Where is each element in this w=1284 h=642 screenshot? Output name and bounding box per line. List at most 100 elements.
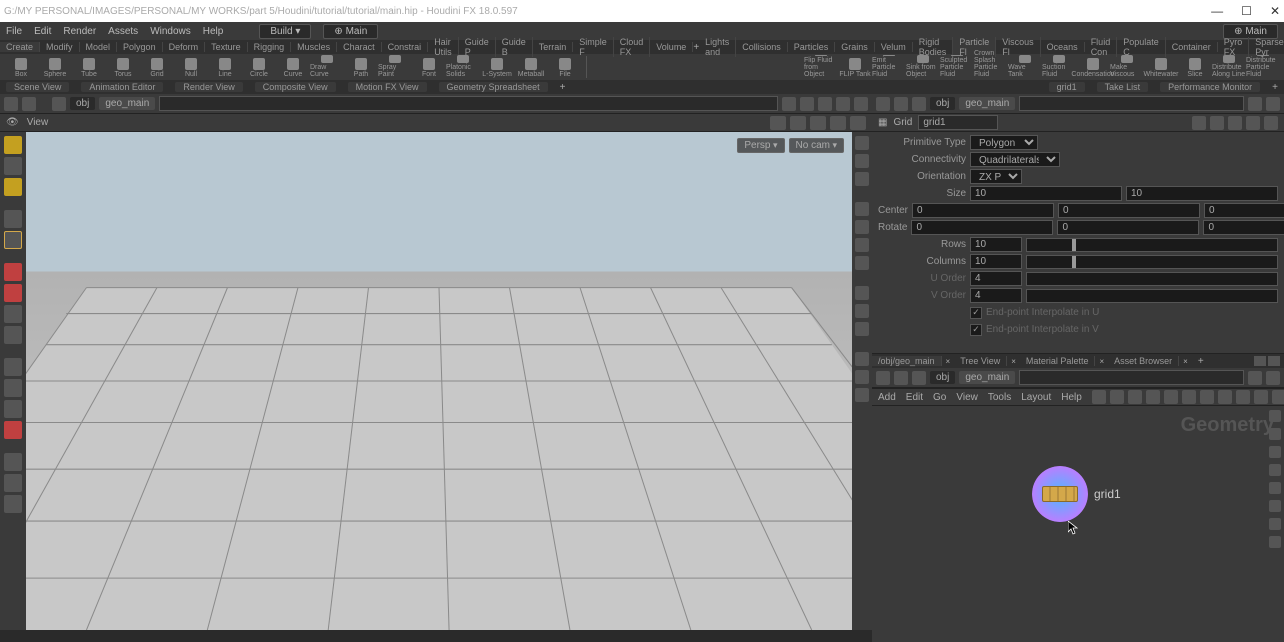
shelf-tab[interactable]: Sparse Pyr	[1249, 37, 1284, 57]
menu-edit[interactable]: Edit	[34, 26, 51, 37]
tool-slice[interactable]: Slice	[1178, 55, 1212, 79]
tool-circle[interactable]: Circle	[242, 55, 276, 79]
gear-icon[interactable]	[855, 286, 869, 300]
pane-max-icon[interactable]	[1268, 356, 1280, 366]
menu-assets[interactable]: Assets	[108, 26, 138, 37]
shelf-tab[interactable]: Muscles	[291, 42, 337, 52]
net-menu-help[interactable]: Help	[1061, 392, 1082, 403]
search-icon[interactable]	[1254, 390, 1268, 404]
shelf-tab[interactable]: Oceans	[1041, 42, 1085, 52]
shelf-tab[interactable]: Charact	[337, 42, 382, 52]
node-name-input[interactable]	[918, 115, 998, 130]
move-tool-icon[interactable]	[4, 231, 22, 249]
display-option-icon[interactable]	[855, 154, 869, 168]
display-option-icon[interactable]	[855, 370, 869, 384]
shelf-tab[interactable]: Populate C	[1117, 37, 1166, 57]
options-icon[interactable]	[836, 97, 850, 111]
orientation-dropdown[interactable]: ZX Plane	[970, 169, 1022, 184]
net-display-icon[interactable]	[1269, 536, 1281, 548]
display-option-icon[interactable]	[855, 202, 869, 216]
home-icon[interactable]	[52, 97, 66, 111]
tool-font[interactable]: Font	[412, 55, 446, 79]
maximize-button[interactable]: ☐	[1241, 4, 1252, 18]
view-mode-icon[interactable]	[810, 116, 826, 130]
pane-tab[interactable]: Take List	[1097, 82, 1149, 92]
back-button[interactable]	[876, 371, 890, 385]
tool-lsystem[interactable]: L-System	[480, 55, 514, 79]
net-display-icon[interactable]	[1269, 410, 1281, 422]
rotatez-input[interactable]	[1203, 220, 1284, 235]
net-tool-icon[interactable]	[1236, 390, 1250, 404]
tool-icon[interactable]	[4, 358, 22, 376]
path-crumb[interactable]: obj	[70, 97, 95, 110]
tool-line[interactable]: Line	[208, 55, 242, 79]
view-mode-icon[interactable]	[790, 116, 806, 130]
close-tab-icon[interactable]: ×	[1179, 357, 1192, 366]
path-input[interactable]	[1019, 96, 1244, 111]
pane-tab[interactable]: Geometry Spreadsheet	[439, 82, 548, 92]
shelf-tab[interactable]: Rigid Bodies	[913, 37, 954, 57]
shelf-tab[interactable]: Volume	[650, 42, 693, 52]
options-icon[interactable]	[818, 97, 832, 111]
network-tab[interactable]: Tree View	[954, 356, 1007, 366]
net-menu-tools[interactable]: Tools	[988, 392, 1011, 403]
network-view[interactable]: Geometry grid1	[872, 406, 1284, 642]
tool-emit[interactable]: Emit Particle Fluid	[872, 55, 906, 79]
network-tab[interactable]: Asset Browser	[1108, 356, 1179, 366]
help-icon[interactable]	[1246, 116, 1260, 130]
net-tool-icon[interactable]	[1272, 390, 1284, 404]
forward-button[interactable]	[22, 97, 36, 111]
persp-dropdown[interactable]: Persp ▾	[737, 138, 784, 153]
tool-null[interactable]: Null	[174, 55, 208, 79]
tool-path[interactable]: Path	[344, 55, 378, 79]
options-icon[interactable]	[854, 97, 868, 111]
shelf-tab[interactable]: Guide P	[459, 37, 496, 57]
camera-dropdown[interactable]: No cam ▾	[789, 138, 844, 153]
cols-input[interactable]	[970, 254, 1022, 269]
take-input[interactable]: grid1	[1049, 82, 1085, 92]
pane-tab[interactable]: Performance Monitor	[1160, 82, 1260, 92]
net-display-icon[interactable]	[1269, 428, 1281, 440]
tool-sculpted[interactable]: Sculpted Particle Fluid	[940, 55, 974, 79]
centerx-input[interactable]	[912, 203, 1054, 218]
menu-windows[interactable]: Windows	[150, 26, 191, 37]
tool-torus[interactable]: Torus	[106, 55, 140, 79]
pin-icon[interactable]	[1248, 97, 1262, 111]
net-menu-go[interactable]: Go	[933, 392, 946, 403]
path-crumb[interactable]: geo_main	[99, 97, 155, 110]
shelf-tab[interactable]: Pyro FX	[1218, 37, 1250, 57]
tool-icon[interactable]	[4, 326, 22, 344]
display-option-icon[interactable]	[855, 322, 869, 336]
viewport-3d[interactable]: Persp ▾ No cam ▾	[26, 132, 852, 630]
tool-wavetank[interactable]: Wave Tank	[1008, 55, 1042, 79]
shelf-tab[interactable]: Cloud FX	[614, 37, 651, 57]
net-tool-icon[interactable]	[1128, 390, 1142, 404]
rotatex-input[interactable]	[911, 220, 1053, 235]
view-mode-icon[interactable]	[850, 116, 866, 130]
tool-curve[interactable]: Curve	[276, 55, 310, 79]
shelf-tab[interactable]: Fluid Con	[1085, 37, 1118, 57]
tool-distline[interactable]: Distribute Along Line	[1212, 55, 1246, 79]
net-display-icon[interactable]	[1269, 446, 1281, 458]
shelf-tab[interactable]: Lights and	[699, 37, 736, 57]
path-crumb[interactable]: geo_main	[959, 97, 1015, 110]
path-crumb[interactable]: obj	[930, 97, 955, 110]
display-option-icon[interactable]	[855, 256, 869, 270]
gear-icon[interactable]	[1192, 116, 1206, 130]
display-option-icon[interactable]	[855, 238, 869, 252]
rotatey-input[interactable]	[1057, 220, 1199, 235]
shelf-tab[interactable]: Texture	[205, 42, 248, 52]
net-tool-icon[interactable]	[1110, 390, 1124, 404]
rows-slider[interactable]	[1026, 238, 1278, 252]
close-button[interactable]: ✕	[1270, 4, 1280, 18]
tool-box[interactable]: Box	[4, 55, 38, 79]
add-pane-tab[interactable]: +	[560, 82, 566, 93]
network-tab[interactable]: Material Palette	[1020, 356, 1096, 366]
tool-sphere[interactable]: Sphere	[38, 55, 72, 79]
net-display-icon[interactable]	[1269, 482, 1281, 494]
view-mode-icon[interactable]	[770, 116, 786, 130]
close-tab-icon[interactable]: ×	[942, 357, 955, 366]
options-icon[interactable]	[1266, 371, 1280, 385]
net-tool-icon[interactable]	[1092, 390, 1106, 404]
path-crumb[interactable]: geo_main	[959, 371, 1015, 384]
